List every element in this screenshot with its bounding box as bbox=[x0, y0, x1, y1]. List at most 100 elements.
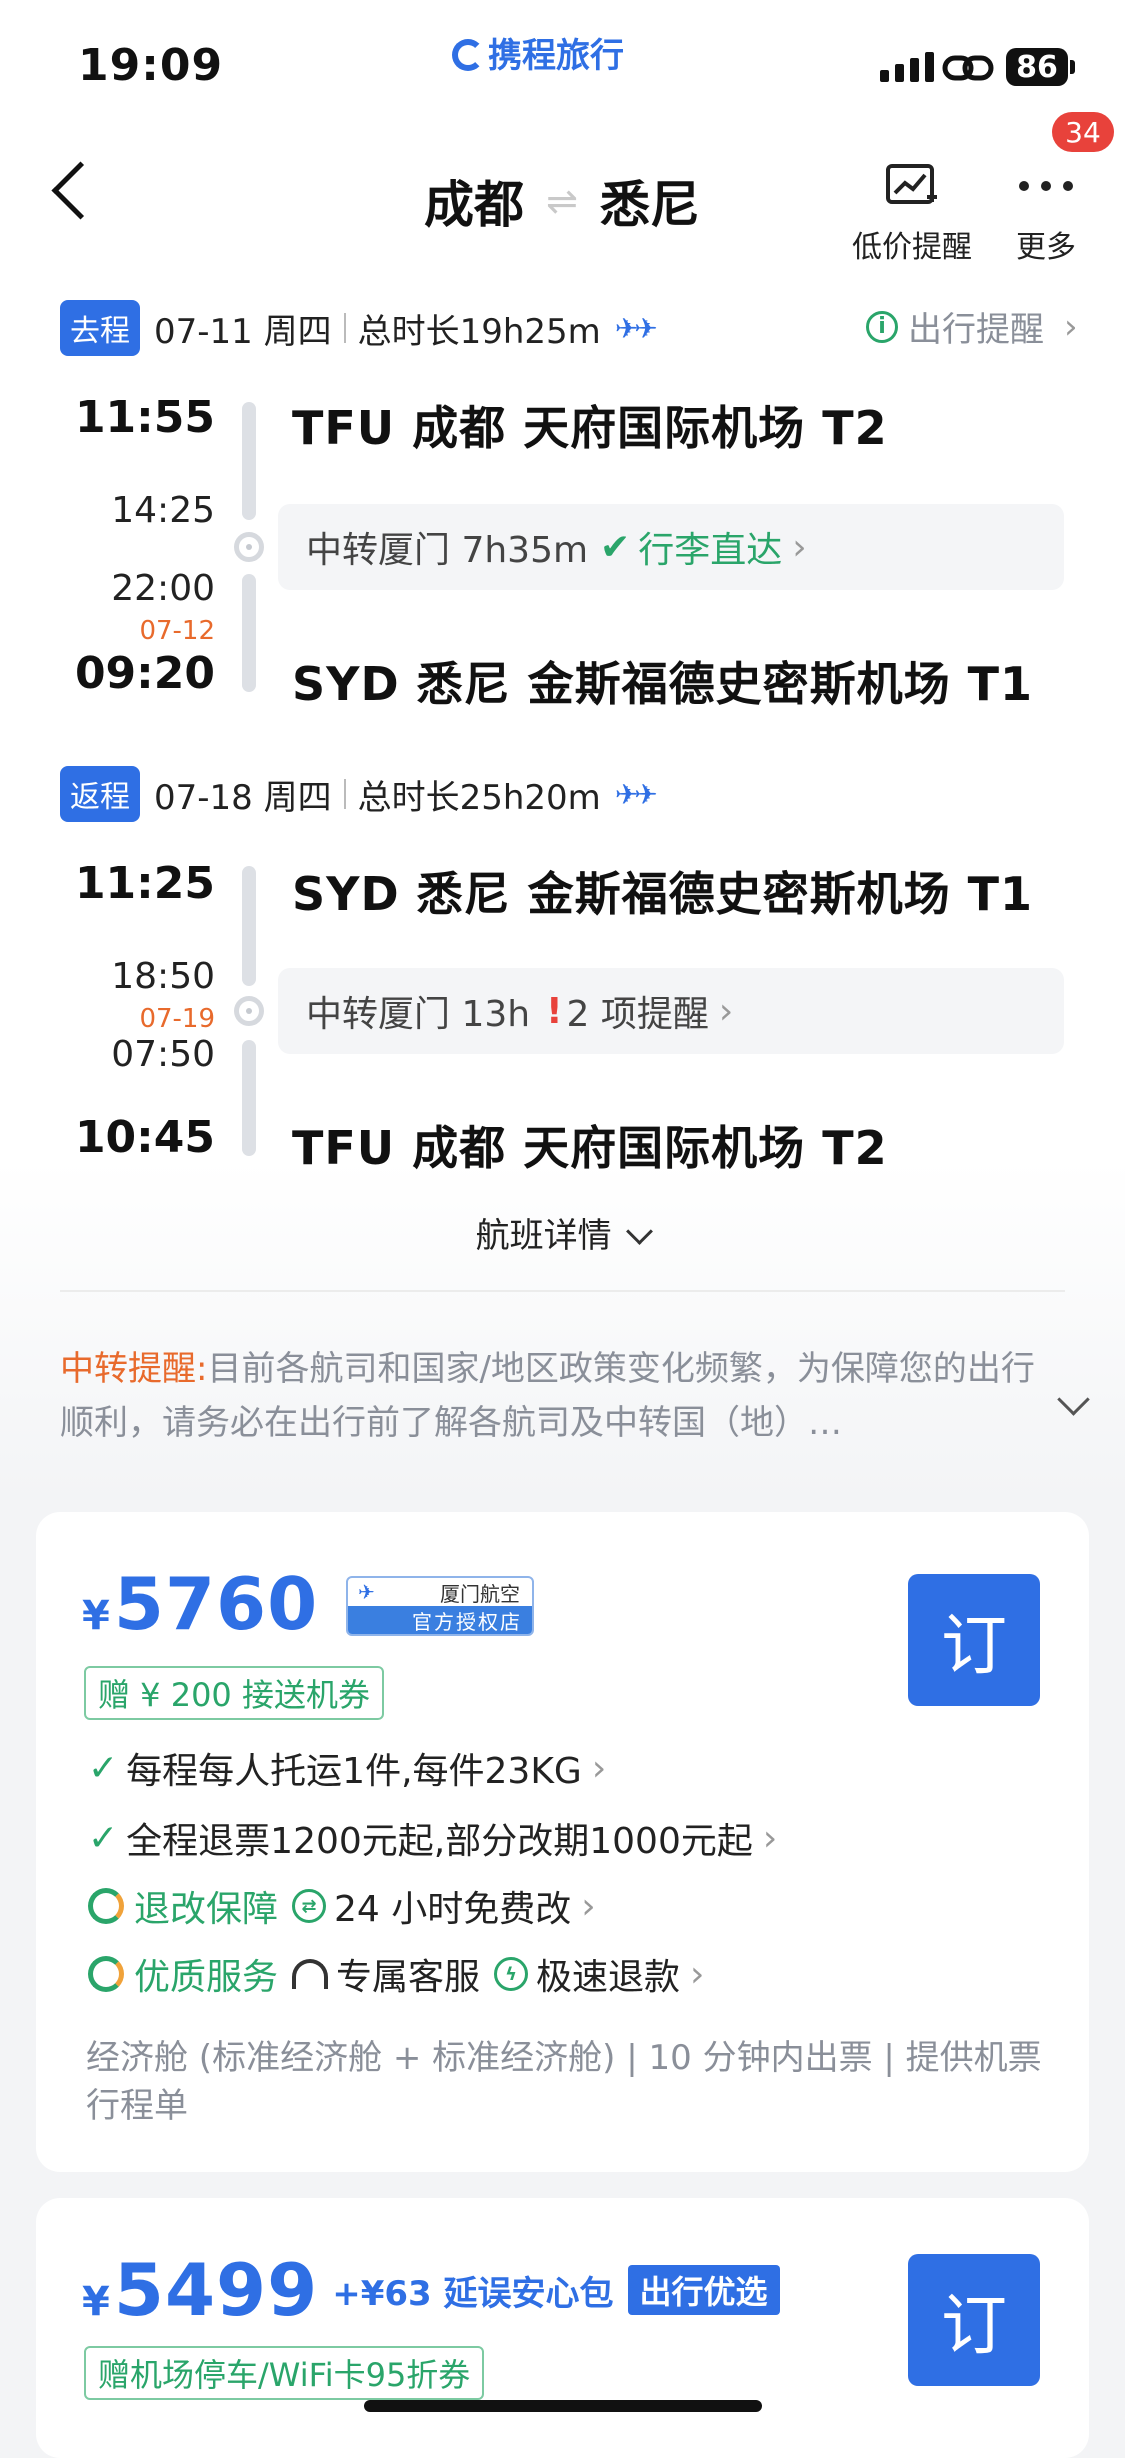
status-time: 19:09 bbox=[78, 40, 224, 91]
brand-name: 携程旅行 bbox=[488, 36, 624, 76]
warning-icon: ! bbox=[546, 990, 563, 1032]
brand-logo: 携程旅行 bbox=[452, 28, 624, 77]
return-transfer-info[interactable]: 中转厦门 13h ! 2 项提醒 › bbox=[278, 968, 1064, 1054]
outbound-arr-airport: SYD 悉尼 金斯福德史密斯机场 T1 bbox=[292, 657, 1034, 711]
more-dots-icon bbox=[1019, 160, 1073, 212]
outbound-dep-airport: TFU 成都 天府国际机场 T2 bbox=[292, 401, 888, 455]
chevron-down-icon bbox=[626, 1218, 654, 1245]
quality-service[interactable]: 优质服务 专属客服 ϟ 极速退款 › bbox=[88, 1948, 704, 2000]
delay-insurance: +¥63 延误安心包 bbox=[332, 2273, 614, 2314]
fare-card: ¥ 5499 +¥63 延误安心包 出行优选 赠机场停车/WiFi卡95折券 订 bbox=[36, 2198, 1089, 2458]
exchange-icon: ⇄ bbox=[292, 1889, 327, 1923]
chevron-right-icon: › bbox=[762, 1817, 778, 1859]
reminder-count-label: 2 项提醒 bbox=[566, 994, 709, 1035]
chevron-right-icon: › bbox=[690, 1953, 705, 1995]
outbound-transfer-arrive: 14:25 bbox=[111, 490, 215, 531]
return-tag: 返程 bbox=[60, 766, 140, 822]
flight-details-link[interactable]: 航班详情 bbox=[0, 1208, 1125, 1257]
notification-badge: 34 bbox=[1052, 112, 1114, 152]
headset-icon bbox=[292, 1959, 329, 1989]
notice-label: 中转提醒: bbox=[60, 1349, 208, 1389]
airline-logo-icon: ✈✈ bbox=[614, 311, 658, 345]
refund-policy[interactable]: ✓ 全程退票1200元起,部分改期1000元起 › bbox=[88, 1812, 777, 1864]
flight-details-label: 航班详情 bbox=[475, 1216, 612, 1256]
currency-symbol: ¥ bbox=[82, 2279, 110, 2325]
more-button[interactable]: 更多 bbox=[1016, 160, 1076, 266]
return-transfer-date-change: 07-19 bbox=[139, 1004, 215, 1034]
transfer-notice[interactable]: 中转提醒:目前各航司和国家/地区政策变化频繁，为保障您的出行顺利，请务必在出行前… bbox=[60, 1342, 1040, 1450]
more-label: 更多 bbox=[1016, 230, 1076, 265]
cabin-info: 经济舱 (标准经济舱 + 标准经济舱) | 10 分钟内出票 | 提供机票行程单 bbox=[86, 2038, 1042, 2126]
guarantee-text: 24 小时免费改 bbox=[334, 1889, 572, 1930]
return-transfer-depart: 07:50 bbox=[111, 1034, 215, 1075]
chevron-right-icon: › bbox=[581, 1885, 596, 1927]
chevron-right-icon: › bbox=[1064, 306, 1078, 347]
outbound-transfer-depart: 22:00 bbox=[111, 568, 215, 609]
outbound-duration: 总时长19h25m bbox=[357, 311, 601, 352]
chevron-right-icon: › bbox=[591, 1747, 607, 1789]
book-button[interactable]: 订 bbox=[908, 2254, 1040, 2386]
personal-hotspot-icon bbox=[942, 52, 994, 88]
check-icon: ✓ bbox=[88, 1817, 119, 1859]
preferred-badge: 出行优选 bbox=[627, 2265, 780, 2315]
airline-name: 厦门航空 bbox=[440, 1581, 520, 1606]
gift-coupon: 赠机场停车/WiFi卡95折券 bbox=[84, 2346, 485, 2400]
fare-card: ¥ 5760 ✈ 厦门航空 官方授权店 赠 ¥ 200 接送机券 订 ✓ 每程每人… bbox=[36, 1512, 1089, 2172]
guarantee-icon bbox=[88, 1888, 124, 1924]
outbound-arrival-date-change: 07-12 bbox=[139, 616, 215, 646]
outbound-date: 07-11 周四 bbox=[154, 311, 332, 352]
outbound-transfer-info[interactable]: 中转厦门 7h35m ✔ 行李直达 › bbox=[278, 504, 1064, 590]
fare-price-row: ¥ 5499 +¥63 延误安心包 出行优选 bbox=[82, 2248, 780, 2332]
gift-coupon: 赠 ¥ 200 接送机券 bbox=[84, 1666, 384, 1720]
battery-tip bbox=[1070, 60, 1075, 74]
ctrip-logo-icon bbox=[452, 39, 484, 71]
home-indicator bbox=[364, 2400, 762, 2412]
timeline-rail bbox=[242, 1040, 256, 1156]
return-header: 返程 07-18 周四 总时长25h20m ✈✈ bbox=[60, 766, 658, 822]
return-transfer-arrive: 18:50 bbox=[111, 956, 215, 997]
baggage-text: 每程每人托运1件,每件23KG bbox=[126, 1751, 582, 1792]
chevron-right-icon: › bbox=[792, 526, 807, 568]
timeline-rail bbox=[242, 574, 256, 692]
change-guarantee[interactable]: 退改保障 ⇄ 24 小时免费改 › bbox=[88, 1880, 596, 1932]
check-icon: ✓ bbox=[88, 1747, 119, 1789]
return-date: 07-18 周四 bbox=[154, 777, 332, 818]
airline-logo-icon: ✈✈ bbox=[614, 777, 658, 811]
separator bbox=[343, 313, 346, 343]
airline-logo-icon: ✈ bbox=[358, 1580, 375, 1604]
swap-icon: ⇌ bbox=[546, 179, 578, 223]
battery-icon: 86 bbox=[1006, 48, 1068, 86]
divider bbox=[60, 1290, 1065, 1292]
dedicated-support-text: 专属客服 bbox=[336, 1957, 481, 1998]
signal-icon bbox=[880, 52, 934, 82]
price-alert-button[interactable]: 低价提醒 bbox=[852, 160, 972, 266]
trip-reminder-label: 出行提醒 bbox=[908, 310, 1044, 350]
timeline-rail bbox=[242, 866, 256, 986]
service-label: 优质服务 bbox=[134, 1957, 279, 1998]
route-title: 成都 ⇌ 悉尼 bbox=[424, 165, 700, 237]
airline-store: 官方授权店 bbox=[348, 1606, 532, 1634]
outbound-dep-time: 11:55 bbox=[74, 392, 215, 443]
price-chart-icon bbox=[885, 160, 939, 212]
return-arr-time: 10:45 bbox=[74, 1112, 215, 1163]
guarantee-label: 退改保障 bbox=[134, 1889, 279, 1930]
trip-reminder-link[interactable]: i 出行提醒 › bbox=[866, 302, 1078, 351]
price-alert-label: 低价提醒 bbox=[852, 230, 972, 265]
outbound-header: 去程 07-11 周四 总时长19h25m ✈✈ bbox=[60, 300, 658, 356]
timeline-rail bbox=[242, 402, 256, 520]
airline-official-store-badge: ✈ 厦门航空 官方授权店 bbox=[346, 1576, 534, 1636]
fast-refund-text: 极速退款 bbox=[536, 1957, 681, 1998]
book-button[interactable]: 订 bbox=[908, 1574, 1040, 1706]
fare-price: ¥ 5499 bbox=[82, 2248, 318, 2332]
chevron-right-icon: › bbox=[718, 990, 734, 1032]
origin-city: 成都 bbox=[424, 176, 524, 234]
destination-city: 悉尼 bbox=[599, 176, 700, 234]
transfer-node bbox=[234, 996, 264, 1026]
fast-refund-icon: ϟ bbox=[494, 1957, 529, 1991]
transfer-text: 中转厦门 7h35m bbox=[306, 530, 589, 571]
return-dep-time: 11:25 bbox=[74, 858, 215, 909]
return-dep-airport: SYD 悉尼 金斯福德史密斯机场 T1 bbox=[292, 867, 1034, 921]
baggage-policy[interactable]: ✓ 每程每人托运1件,每件23KG › bbox=[88, 1742, 606, 1794]
return-arr-airport: TFU 成都 天府国际机场 T2 bbox=[292, 1121, 888, 1175]
price-value: 5760 bbox=[113, 1562, 319, 1646]
